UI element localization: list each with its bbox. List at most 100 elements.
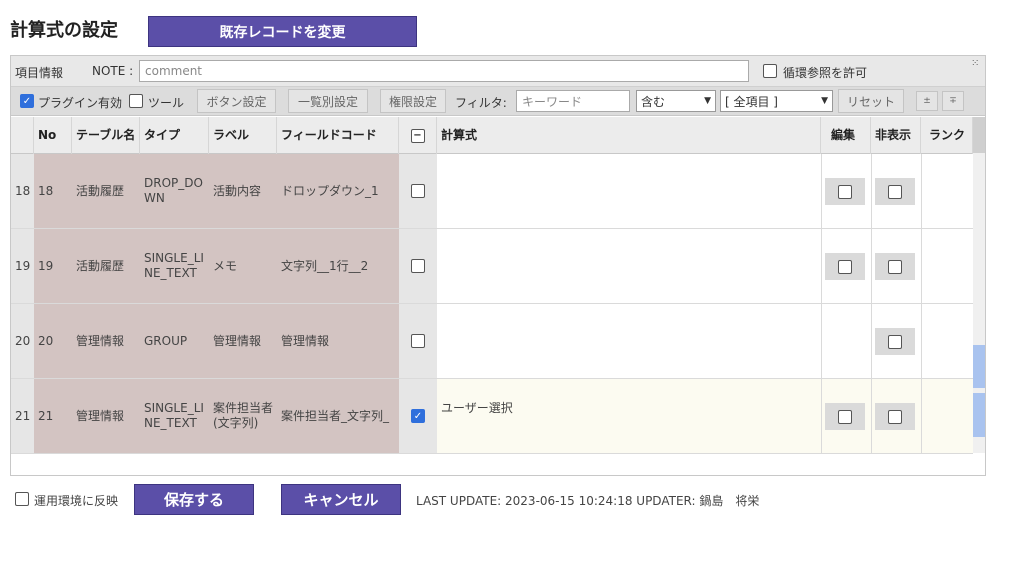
save-button[interactable]: 保存する <box>134 484 254 515</box>
note-label: NOTE : <box>92 64 134 78</box>
formula-settings-panel: 項目情報 NOTE : comment 循環参照を許可 ⁙ ✓ プラグイン有効 … <box>10 55 986 476</box>
column-divider <box>821 154 822 454</box>
match-select[interactable]: 含む ▼ <box>636 90 716 112</box>
row-no: 19 <box>34 229 72 303</box>
header-rank[interactable]: ランク <box>921 117 973 154</box>
circular-ref-checkbox[interactable] <box>763 64 777 78</box>
button-settings-button[interactable]: ボタン設定 <box>197 89 276 113</box>
tool-label: ツール <box>148 96 185 110</box>
scrollbar-marker <box>973 393 985 437</box>
edit-toggle[interactable] <box>825 253 865 280</box>
header-select-all[interactable]: − <box>399 117 437 154</box>
hide-toggle[interactable] <box>875 178 915 205</box>
header-label[interactable]: ラベル <box>209 117 277 154</box>
header-edit[interactable]: 編集 <box>821 117 871 154</box>
tool-checkbox[interactable] <box>129 94 143 108</box>
edit-checkbox[interactable] <box>838 184 852 199</box>
plugin-enabled-label: プラグイン有効 <box>38 96 123 110</box>
sort-down-button[interactable]: ∓ <box>942 91 964 111</box>
header-field-code[interactable]: フィールドコード <box>277 117 399 154</box>
note-input[interactable]: comment <box>139 60 749 82</box>
row-label: メモ <box>209 229 277 303</box>
filter-toolbar: ✓ プラグイン有効 ツール ボタン設定 一覧別設定 権限設定 フィルタ: キーワ… <box>11 87 985 116</box>
sort-up-button[interactable]: ± <box>916 91 938 111</box>
row-index: 21 <box>11 379 34 453</box>
header-hide[interactable]: 非表示 <box>871 117 921 154</box>
row-select-cell <box>399 229 437 303</box>
plugin-enabled-checkbox[interactable]: ✓ <box>20 94 34 108</box>
hide-toggle[interactable] <box>875 328 915 355</box>
hide-toggle[interactable] <box>875 253 915 280</box>
table-header: No テーブル名 タイプ ラベル フィールドコード − 計算式 編集 非表示 ラ… <box>11 117 973 154</box>
row-type: GROUP <box>140 304 209 378</box>
header-type[interactable]: タイプ <box>140 117 209 154</box>
row-select-checkbox[interactable] <box>411 334 425 348</box>
row-label: 案件担当者(文字列) <box>209 379 277 453</box>
row-field-code: 案件担当者_文字列_ <box>277 379 399 453</box>
hide-checkbox[interactable] <box>888 334 902 349</box>
row-formula[interactable] <box>437 304 821 378</box>
row-formula[interactable]: ユーザー選択 <box>437 379 821 453</box>
row-formula[interactable] <box>437 229 821 303</box>
header-table-name[interactable]: テーブル名 <box>72 117 140 154</box>
table-scrollbar[interactable] <box>973 117 985 453</box>
circular-ref-label: 循環参照を許可 <box>783 66 868 80</box>
row-field-code: ドロップダウン_1 <box>277 154 399 228</box>
row-table-name: 管理情報 <box>72 304 140 378</box>
header-index <box>11 117 34 154</box>
table-row[interactable]: 20 20 管理情報 GROUP 管理情報 管理情報 <box>11 304 973 379</box>
row-index: 18 <box>11 154 34 228</box>
edit-checkbox[interactable] <box>838 409 852 424</box>
scrollbar-thumb[interactable] <box>973 345 985 388</box>
table-row[interactable]: 19 19 活動履歴 SINGLE_LINE_TEXT メモ 文字列__1行__… <box>11 229 973 304</box>
row-no: 20 <box>34 304 72 378</box>
row-field-code: 文字列__1行__2 <box>277 229 399 303</box>
field-select[interactable]: [ 全項目 ] ▼ <box>720 90 833 112</box>
minus-checkbox-icon[interactable]: − <box>410 128 425 143</box>
scrollbar-header-area <box>973 117 985 153</box>
column-divider <box>921 154 922 454</box>
row-formula[interactable] <box>437 154 821 228</box>
row-field-code: 管理情報 <box>277 304 399 378</box>
hide-checkbox[interactable] <box>888 184 902 199</box>
row-type: SINGLE_LINE_TEXT <box>140 379 209 453</box>
hide-checkbox[interactable] <box>888 259 902 274</box>
keyword-input[interactable]: キーワード <box>516 90 630 112</box>
table-row[interactable]: 18 18 活動履歴 DROP_DOWN 活動内容 ドロップダウン_1 <box>11 154 973 229</box>
row-label: 管理情報 <box>209 304 277 378</box>
row-table-name: 活動履歴 <box>72 229 140 303</box>
edit-toggle[interactable] <box>825 403 865 430</box>
header-formula[interactable]: 計算式 <box>437 117 821 154</box>
row-select-checkbox-checked[interactable]: ✓ <box>411 409 425 423</box>
column-divider <box>871 154 872 454</box>
row-type: DROP_DOWN <box>140 154 209 228</box>
edit-toggle[interactable] <box>825 178 865 205</box>
row-select-checkbox[interactable] <box>411 259 425 273</box>
permission-settings-button[interactable]: 権限設定 <box>380 89 446 113</box>
chevron-down-icon: ▼ <box>821 96 828 106</box>
row-table-name: 活動履歴 <box>72 154 140 228</box>
row-select-cell <box>399 154 437 228</box>
deploy-checkbox[interactable] <box>15 492 29 506</box>
table-body: 18 18 活動履歴 DROP_DOWN 活動内容 ドロップダウン_1 19 1… <box>11 154 973 454</box>
field-select-value: [ 全項目 ] <box>725 94 778 109</box>
last-update-text: LAST UPDATE: 2023-06-15 10:24:18 UPDATER… <box>416 494 760 508</box>
row-index: 20 <box>11 304 34 378</box>
deploy-label: 運用環境に反映 <box>34 494 119 508</box>
collapse-icon[interactable]: ⁙ <box>971 58 979 69</box>
row-index: 19 <box>11 229 34 303</box>
row-select-cell <box>399 304 437 378</box>
row-table-name: 管理情報 <box>72 379 140 453</box>
change-existing-record-button[interactable]: 既存レコードを変更 <box>148 16 417 47</box>
chevron-down-icon: ▼ <box>704 96 711 106</box>
table-row[interactable]: 21 21 管理情報 SINGLE_LINE_TEXT 案件担当者(文字列) 案… <box>11 379 973 454</box>
row-select-checkbox[interactable] <box>411 184 425 198</box>
list-settings-button[interactable]: 一覧別設定 <box>288 89 368 113</box>
edit-checkbox[interactable] <box>838 259 852 274</box>
page-title: 計算式の設定 <box>10 20 118 41</box>
header-no[interactable]: No <box>34 117 72 154</box>
hide-checkbox[interactable] <box>888 409 902 424</box>
cancel-button[interactable]: キャンセル <box>281 484 401 515</box>
reset-button[interactable]: リセット <box>838 89 904 113</box>
hide-toggle[interactable] <box>875 403 915 430</box>
